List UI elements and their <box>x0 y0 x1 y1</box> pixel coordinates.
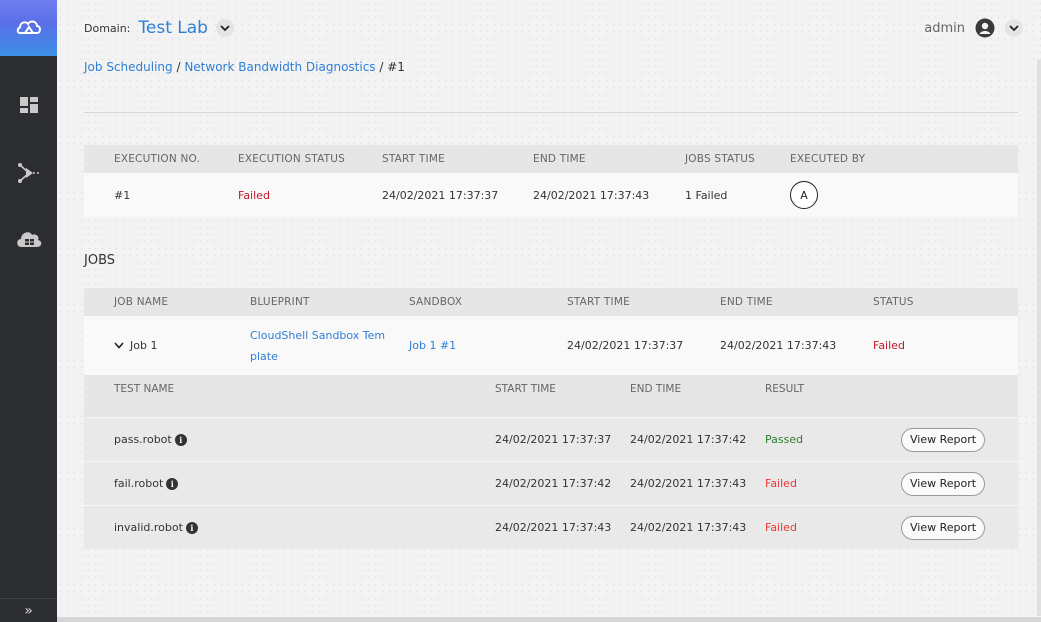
cloud-nav[interactable] <box>0 225 57 253</box>
execution-start-time: 24/02/2021 17:37:37 <box>382 188 499 202</box>
user-menu[interactable]: admin <box>924 16 1023 40</box>
column-header: BLUEPRINT <box>250 296 310 308</box>
domain-label: Domain: <box>84 21 131 35</box>
test-result: Failed <box>765 477 797 490</box>
test-start-time: 24/02/2021 17:37:43 <box>495 521 612 534</box>
view-report-button[interactable]: View Report <box>901 427 986 452</box>
execution-table: EXECUTION NO. EXECUTION STATUS START TIM… <box>84 145 1018 217</box>
column-header: EXECUTION STATUS <box>238 153 346 165</box>
execution-end-time: 24/02/2021 17:37:43 <box>533 188 650 202</box>
chevron-down-icon[interactable] <box>114 342 124 349</box>
tests-table-header: TEST NAME START TIME END TIME RESULT <box>84 375 1018 417</box>
user-dropdown-button[interactable] <box>1005 19 1023 37</box>
column-header: STATUS <box>873 296 914 308</box>
column-header: SANDBOX <box>409 296 463 308</box>
info-icon[interactable]: i <box>166 477 179 490</box>
test-name-cell: invalid.robot i <box>114 506 198 549</box>
divider <box>84 112 1018 113</box>
scrollbar[interactable] <box>1037 60 1041 616</box>
execution-table-header: EXECUTION NO. EXECUTION STATUS START TIM… <box>84 145 1018 173</box>
test-row: fail.robot i 24/02/2021 17:37:42 24/02/2… <box>84 461 1018 505</box>
chevron-down-icon <box>220 25 230 31</box>
breadcrumb-network-bandwidth[interactable]: Network Bandwidth Diagnostics <box>184 60 375 74</box>
test-row: invalid.robot i 24/02/2021 17:37:43 24/0… <box>84 505 1018 549</box>
test-action-cell: View Report <box>901 506 986 549</box>
breadcrumb-current: #1 <box>387 60 405 74</box>
main-content: Domain: Test Lab admin Job Scheduling / … <box>57 0 1041 622</box>
blueprint-name-line2: plate <box>250 349 278 363</box>
column-header: START TIME <box>382 153 445 165</box>
domain-dropdown-button[interactable] <box>215 19 234 37</box>
test-name-cell: pass.robot i <box>114 418 187 461</box>
pipeline-nav[interactable] <box>0 159 57 187</box>
test-name-cell: fail.robot i <box>114 462 179 505</box>
column-header: EXECUTED BY <box>790 153 866 165</box>
pipeline-icon <box>17 163 40 183</box>
column-header: RESULT <box>765 383 805 395</box>
column-header: JOBS STATUS <box>685 153 755 165</box>
breadcrumb: Job Scheduling / Network Bandwidth Diagn… <box>84 60 405 74</box>
test-action-cell: View Report <box>901 462 986 505</box>
column-header: START TIME <box>567 296 630 308</box>
test-result: Failed <box>765 521 797 534</box>
job-status: Failed <box>873 339 905 352</box>
dashboard-icon <box>19 97 38 113</box>
column-header: END TIME <box>720 296 773 308</box>
sidebar: » <box>0 0 57 622</box>
view-report-button[interactable]: View Report <box>901 471 986 496</box>
view-report-button[interactable]: View Report <box>901 515 986 540</box>
jobs-table: JOB NAME BLUEPRINT SANDBOX START TIME EN… <box>84 288 1018 549</box>
domain-selector: Domain: Test Lab <box>84 16 234 40</box>
domain-value[interactable]: Test Lab <box>138 18 208 38</box>
test-end-time: 24/02/2021 17:37:43 <box>630 477 747 490</box>
logo-icon <box>16 20 41 34</box>
breadcrumb-job-scheduling[interactable]: Job Scheduling <box>84 60 173 74</box>
test-end-time: 24/02/2021 17:37:42 <box>630 433 747 446</box>
breadcrumb-separator: / <box>375 60 388 74</box>
chevron-down-icon <box>1009 25 1019 31</box>
test-name: pass.robot <box>114 433 172 446</box>
job-name-cell[interactable]: Job 1 <box>114 316 157 375</box>
test-action-cell: View Report <box>901 418 986 461</box>
column-header: START TIME <box>495 383 556 395</box>
execution-number: #1 <box>114 188 131 202</box>
executed-by: A <box>790 173 818 217</box>
jobs-status: 1 Failed <box>685 188 728 202</box>
cloud-database-icon <box>16 232 41 247</box>
user-avatar-icon[interactable] <box>975 18 995 38</box>
info-icon[interactable]: i <box>174 433 187 446</box>
double-chevron-right-icon: » <box>24 602 33 619</box>
logo[interactable] <box>0 0 57 56</box>
breadcrumb-separator: / <box>172 60 185 74</box>
blueprint-link[interactable]: CloudShell Sandbox Tem plate <box>250 316 385 375</box>
job-name: Job 1 <box>130 339 158 352</box>
blueprint-name-line1: CloudShell Sandbox Tem <box>250 328 386 342</box>
avatar[interactable]: A <box>790 181 818 209</box>
test-start-time: 24/02/2021 17:37:42 <box>495 477 612 490</box>
job-row[interactable]: Job 1 CloudShell Sandbox Tem plate Job 1… <box>84 316 1018 375</box>
column-header: TEST NAME <box>114 383 175 395</box>
column-header: END TIME <box>630 383 682 395</box>
user-name: admin <box>924 20 965 36</box>
column-header: JOB NAME <box>114 296 169 308</box>
info-icon[interactable]: i <box>185 521 198 534</box>
jobs-section-title: JOBS <box>84 253 116 268</box>
test-name: invalid.robot <box>114 521 183 534</box>
expand-sidebar-button[interactable]: » <box>0 598 57 622</box>
execution-row[interactable]: #1 Failed 24/02/2021 17:37:37 24/02/2021… <box>84 173 1018 217</box>
dashboard-nav[interactable] <box>0 91 57 119</box>
execution-status: Failed <box>238 188 270 202</box>
test-end-time: 24/02/2021 17:37:43 <box>630 521 747 534</box>
horizontal-scrollbar[interactable] <box>57 617 1041 622</box>
test-start-time: 24/02/2021 17:37:37 <box>495 433 612 446</box>
test-row: pass.robot i 24/02/2021 17:37:37 24/02/2… <box>84 417 1018 461</box>
jobs-table-header: JOB NAME BLUEPRINT SANDBOX START TIME EN… <box>84 288 1018 316</box>
test-name: fail.robot <box>114 477 164 490</box>
sandbox-link[interactable]: Job 1 #1 <box>409 316 456 375</box>
test-result: Passed <box>765 433 804 446</box>
column-header: EXECUTION NO. <box>114 153 201 165</box>
column-header: END TIME <box>533 153 586 165</box>
job-end-time: 24/02/2021 17:37:43 <box>720 339 837 352</box>
job-start-time: 24/02/2021 17:37:37 <box>567 339 684 352</box>
